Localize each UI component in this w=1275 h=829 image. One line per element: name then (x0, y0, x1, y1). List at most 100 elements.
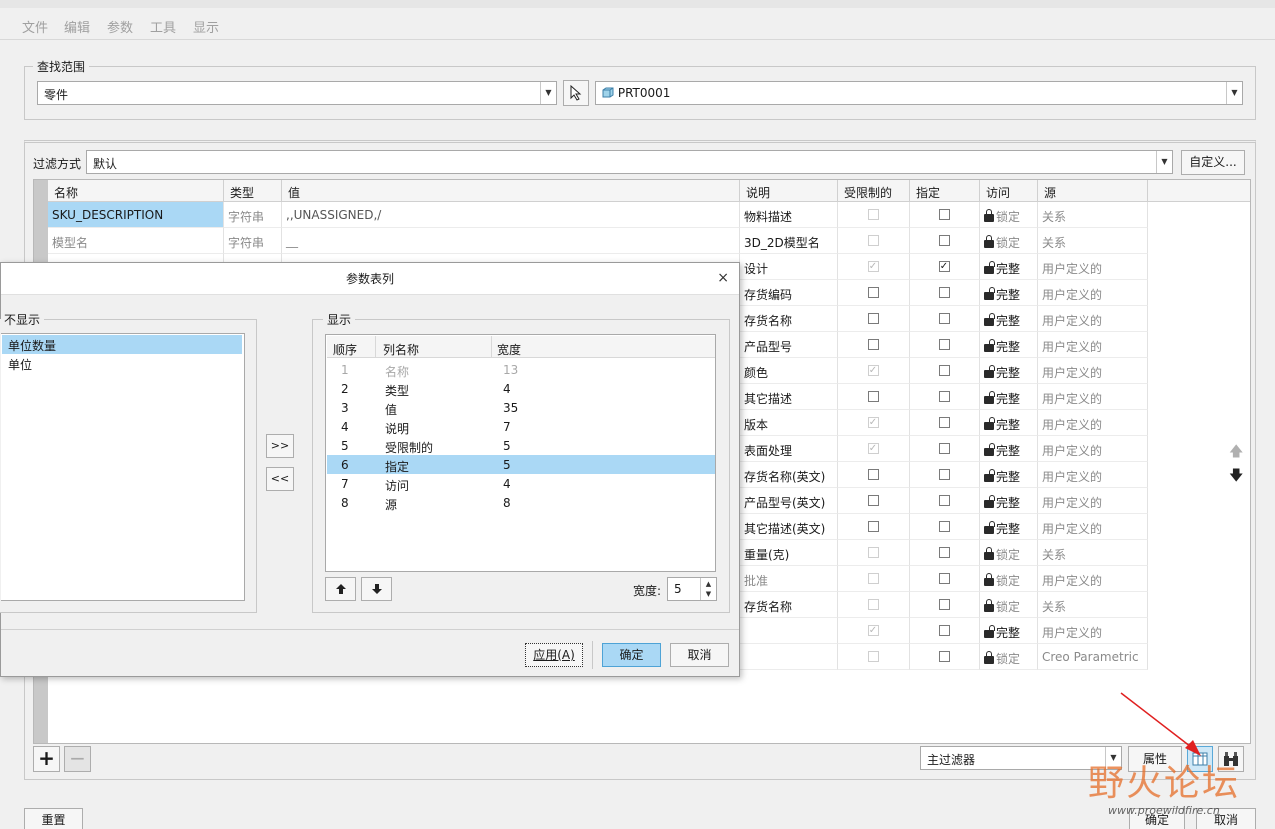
cell-restricted[interactable] (838, 488, 910, 514)
cell-desc[interactable]: 存货名称 (740, 306, 838, 332)
scope-type-select[interactable]: 零件 ▼ (37, 81, 557, 105)
move-up-button[interactable] (325, 577, 356, 601)
list-item[interactable]: 单位数量 (2, 335, 242, 354)
cell-restricted[interactable] (838, 644, 910, 670)
shown-column-row[interactable]: 3 值 35 (327, 398, 715, 417)
cell-desc[interactable]: 其它描述(英文) (740, 514, 838, 540)
cell-designated[interactable] (910, 540, 980, 566)
designated-checkbox[interactable] (938, 547, 950, 558)
col-header-access[interactable]: 访问 (980, 180, 1038, 202)
cell-source[interactable]: 关系 (1038, 540, 1148, 566)
cell-access[interactable]: 完整 (980, 358, 1038, 384)
cell-source[interactable]: 用户定义的 (1038, 514, 1148, 540)
cell-source[interactable]: 关系 (1038, 228, 1148, 254)
cell-desc[interactable]: 存货名称(英文) (740, 462, 838, 488)
cell-source[interactable]: 用户定义的 (1038, 384, 1148, 410)
cell-restricted[interactable]: ✓ (838, 254, 910, 280)
col-header-type[interactable]: 类型 (224, 180, 282, 202)
shown-column-row[interactable]: 5 受限制的 5 (327, 436, 715, 455)
cell-source[interactable]: 关系 (1038, 202, 1148, 228)
restricted-checkbox[interactable] (867, 521, 879, 532)
cell-desc[interactable] (740, 644, 838, 670)
cell-designated[interactable] (910, 592, 980, 618)
cell-designated[interactable] (910, 280, 980, 306)
cell-access[interactable]: 完整 (980, 618, 1038, 644)
cell-desc[interactable]: 表面处理 (740, 436, 838, 462)
cell-designated[interactable] (910, 488, 980, 514)
menu-display[interactable]: 显示 (193, 17, 219, 36)
restricted-checkbox[interactable]: ✓ (867, 365, 879, 376)
restricted-checkbox[interactable] (867, 235, 879, 246)
table-row[interactable]: SKU_DESCRIPTION 字符串 ,,UNASSIGNED,/ 物料描述 锁定 关系 (48, 202, 1148, 228)
cell-restricted[interactable] (838, 592, 910, 618)
designated-checkbox[interactable] (938, 287, 950, 298)
restricted-checkbox[interactable] (867, 313, 879, 324)
cell-restricted[interactable] (838, 228, 910, 254)
restricted-checkbox[interactable] (867, 287, 879, 298)
width-spinner[interactable]: 5 ▲ ▼ (667, 577, 717, 601)
shown-column-row[interactable]: 6 指定 5 (327, 455, 715, 474)
designated-checkbox[interactable] (938, 469, 950, 480)
col-header-source[interactable]: 源 (1038, 180, 1148, 202)
cell-value[interactable]: __ (282, 228, 740, 254)
customize-button[interactable]: 自定义... (1181, 150, 1245, 175)
cell-designated[interactable] (910, 410, 980, 436)
move-down-button[interactable] (361, 577, 392, 601)
designated-checkbox[interactable] (938, 599, 950, 610)
dialog-cancel-button[interactable]: 取消 (670, 643, 729, 667)
cell-access[interactable]: 完整 (980, 332, 1038, 358)
cell-desc[interactable]: 重量(克) (740, 540, 838, 566)
restricted-checkbox[interactable]: ✓ (867, 261, 879, 272)
cell-designated[interactable] (910, 462, 980, 488)
cell-designated[interactable] (910, 358, 980, 384)
move-down-icon[interactable]: 🡇 (1229, 465, 1243, 489)
cell-source[interactable]: 用户定义的 (1038, 566, 1148, 592)
cell-desc[interactable]: 产品型号 (740, 332, 838, 358)
cell-desc[interactable]: 设计 (740, 254, 838, 280)
select-model-button[interactable] (563, 80, 589, 106)
cell-access[interactable]: 锁定 (980, 592, 1038, 618)
restricted-checkbox[interactable] (867, 599, 879, 610)
shown-column-row[interactable]: 4 说明 7 (327, 417, 715, 436)
cell-restricted[interactable] (838, 514, 910, 540)
restricted-checkbox[interactable] (867, 651, 879, 662)
move-up-icon[interactable]: 🡅 (1229, 441, 1243, 465)
designated-checkbox[interactable] (938, 625, 950, 636)
designated-checkbox[interactable] (938, 365, 950, 376)
restricted-checkbox[interactable] (867, 391, 879, 402)
cell-access[interactable]: 完整 (980, 462, 1038, 488)
menu-tools[interactable]: 工具 (150, 17, 176, 36)
cell-source[interactable]: 关系 (1038, 592, 1148, 618)
cell-designated[interactable] (910, 202, 980, 228)
designated-checkbox[interactable] (938, 651, 950, 662)
table-row[interactable]: 模型名 字符串 __ 3D_2D模型名 锁定 关系 (48, 228, 1148, 254)
cell-access[interactable]: 锁定 (980, 566, 1038, 592)
apply-button[interactable]: 应用(A) (525, 643, 583, 667)
add-column-button[interactable]: >> (266, 434, 294, 458)
cell-access[interactable]: 锁定 (980, 228, 1038, 254)
cell-value[interactable]: ,,UNASSIGNED,/ (282, 202, 740, 228)
add-parameter-button[interactable]: + (33, 746, 60, 772)
designated-checkbox[interactable] (938, 339, 950, 350)
cell-access[interactable]: 完整 (980, 254, 1038, 280)
cell-access[interactable]: 锁定 (980, 202, 1038, 228)
restricted-checkbox[interactable]: ✓ (867, 625, 879, 636)
cell-designated[interactable] (910, 644, 980, 670)
restricted-checkbox[interactable] (867, 495, 879, 506)
cell-restricted[interactable]: ✓ (838, 436, 910, 462)
restricted-checkbox[interactable] (867, 209, 879, 220)
cell-restricted[interactable]: ✓ (838, 618, 910, 644)
cell-designated[interactable]: ✓ (910, 254, 980, 280)
shown-column-row[interactable]: 8 源 8 (327, 493, 715, 512)
menu-edit[interactable]: 编辑 (64, 17, 90, 36)
cell-designated[interactable] (910, 436, 980, 462)
cell-source[interactable]: Creo Parametric (1038, 644, 1148, 670)
cell-designated[interactable] (910, 566, 980, 592)
cell-restricted[interactable] (838, 540, 910, 566)
cell-desc[interactable] (740, 618, 838, 644)
cell-source[interactable]: 用户定义的 (1038, 332, 1148, 358)
remove-parameter-button[interactable]: − (64, 746, 91, 772)
designated-checkbox[interactable]: ✓ (938, 261, 950, 272)
cell-type[interactable]: 字符串 (224, 202, 282, 228)
cell-access[interactable]: 锁定 (980, 644, 1038, 670)
